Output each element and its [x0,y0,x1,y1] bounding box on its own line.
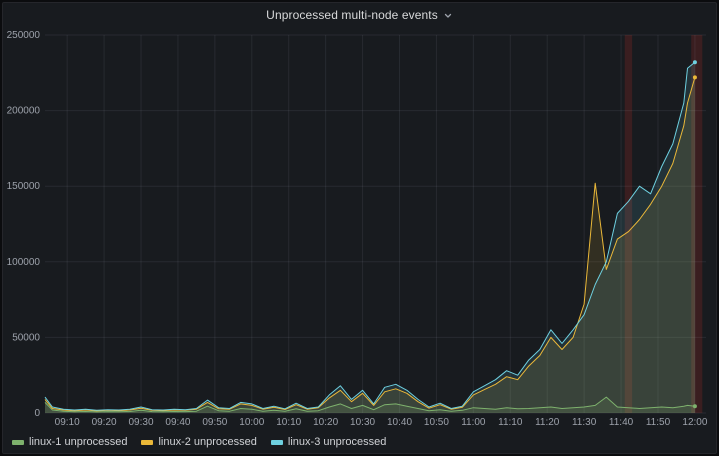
legend-swatch [12,440,24,445]
x-tick-label: 10:10 [276,417,301,428]
legend-label: linux-3 unprocessed [287,436,387,448]
grafana-panel: Unprocessed multi-node events 0 50000 1000… [2,2,717,454]
x-tick-label: 11:30 [572,417,597,428]
chart-canvas[interactable]: 0 50000 100000 150000 200000 250000 09:10 09:20… [5,27,714,429]
x-tick-label: 09:40 [165,417,190,428]
y-tick-label: 200000 [7,106,41,117]
time-series-chart[interactable]: 0 50000 100000 150000 200000 250000 09:10 09:20… [5,27,714,429]
legend-swatch [141,440,154,445]
legend-label: linux-1 unprocessed [29,436,128,448]
panel-title[interactable]: Unprocessed multi-node events [266,8,438,22]
legend-item-linux-1[interactable]: linux-1 unprocessed [12,437,127,448]
y-tick-label: 50000 [12,332,40,343]
x-tick-label: 11:10 [498,417,523,428]
x-tick-label: 10:50 [424,417,449,428]
x-tick-label: 11:00 [461,417,486,428]
series-endpoint-dot-1 [692,404,697,409]
legend-label: linux-2 unprocessed [158,436,257,448]
legend-item-linux-2[interactable]: linux-2 unprocessed [141,436,257,448]
y-tick-label: 250000 [7,30,41,41]
x-tick-label: 09:30 [128,417,153,428]
y-tick-label: 0 [34,408,40,419]
x-tick-label: 11:40 [609,417,634,428]
legend-swatch [270,440,283,445]
x-tick-label: 10:30 [350,417,375,428]
x-tick-label: 09:20 [92,417,117,428]
legend: linux-1 unprocessed linux-2 unprocessed li… [12,437,386,448]
x-tick-label: 12:00 [682,417,707,428]
x-tick-label: 09:10 [55,417,80,428]
series-endpoint-dot-2 [692,75,697,80]
x-tick-label: 10:40 [387,417,412,428]
chevron-down-icon[interactable] [443,11,453,21]
x-tick-label: 09:50 [202,417,227,428]
series-endpoint-dot-3 [692,60,697,65]
legend-item-linux-3[interactable]: linux-3 unprocessed [270,436,387,448]
y-tick-label: 150000 [7,181,41,192]
panel-header[interactable]: Unprocessed multi-node events [3,3,716,27]
x-tick-label: 11:50 [646,417,671,428]
x-tick-label: 10:20 [313,417,338,428]
y-tick-label: 100000 [7,257,41,268]
x-tick-label: 10:00 [239,417,264,428]
x-tick-label: 11:20 [535,417,560,428]
